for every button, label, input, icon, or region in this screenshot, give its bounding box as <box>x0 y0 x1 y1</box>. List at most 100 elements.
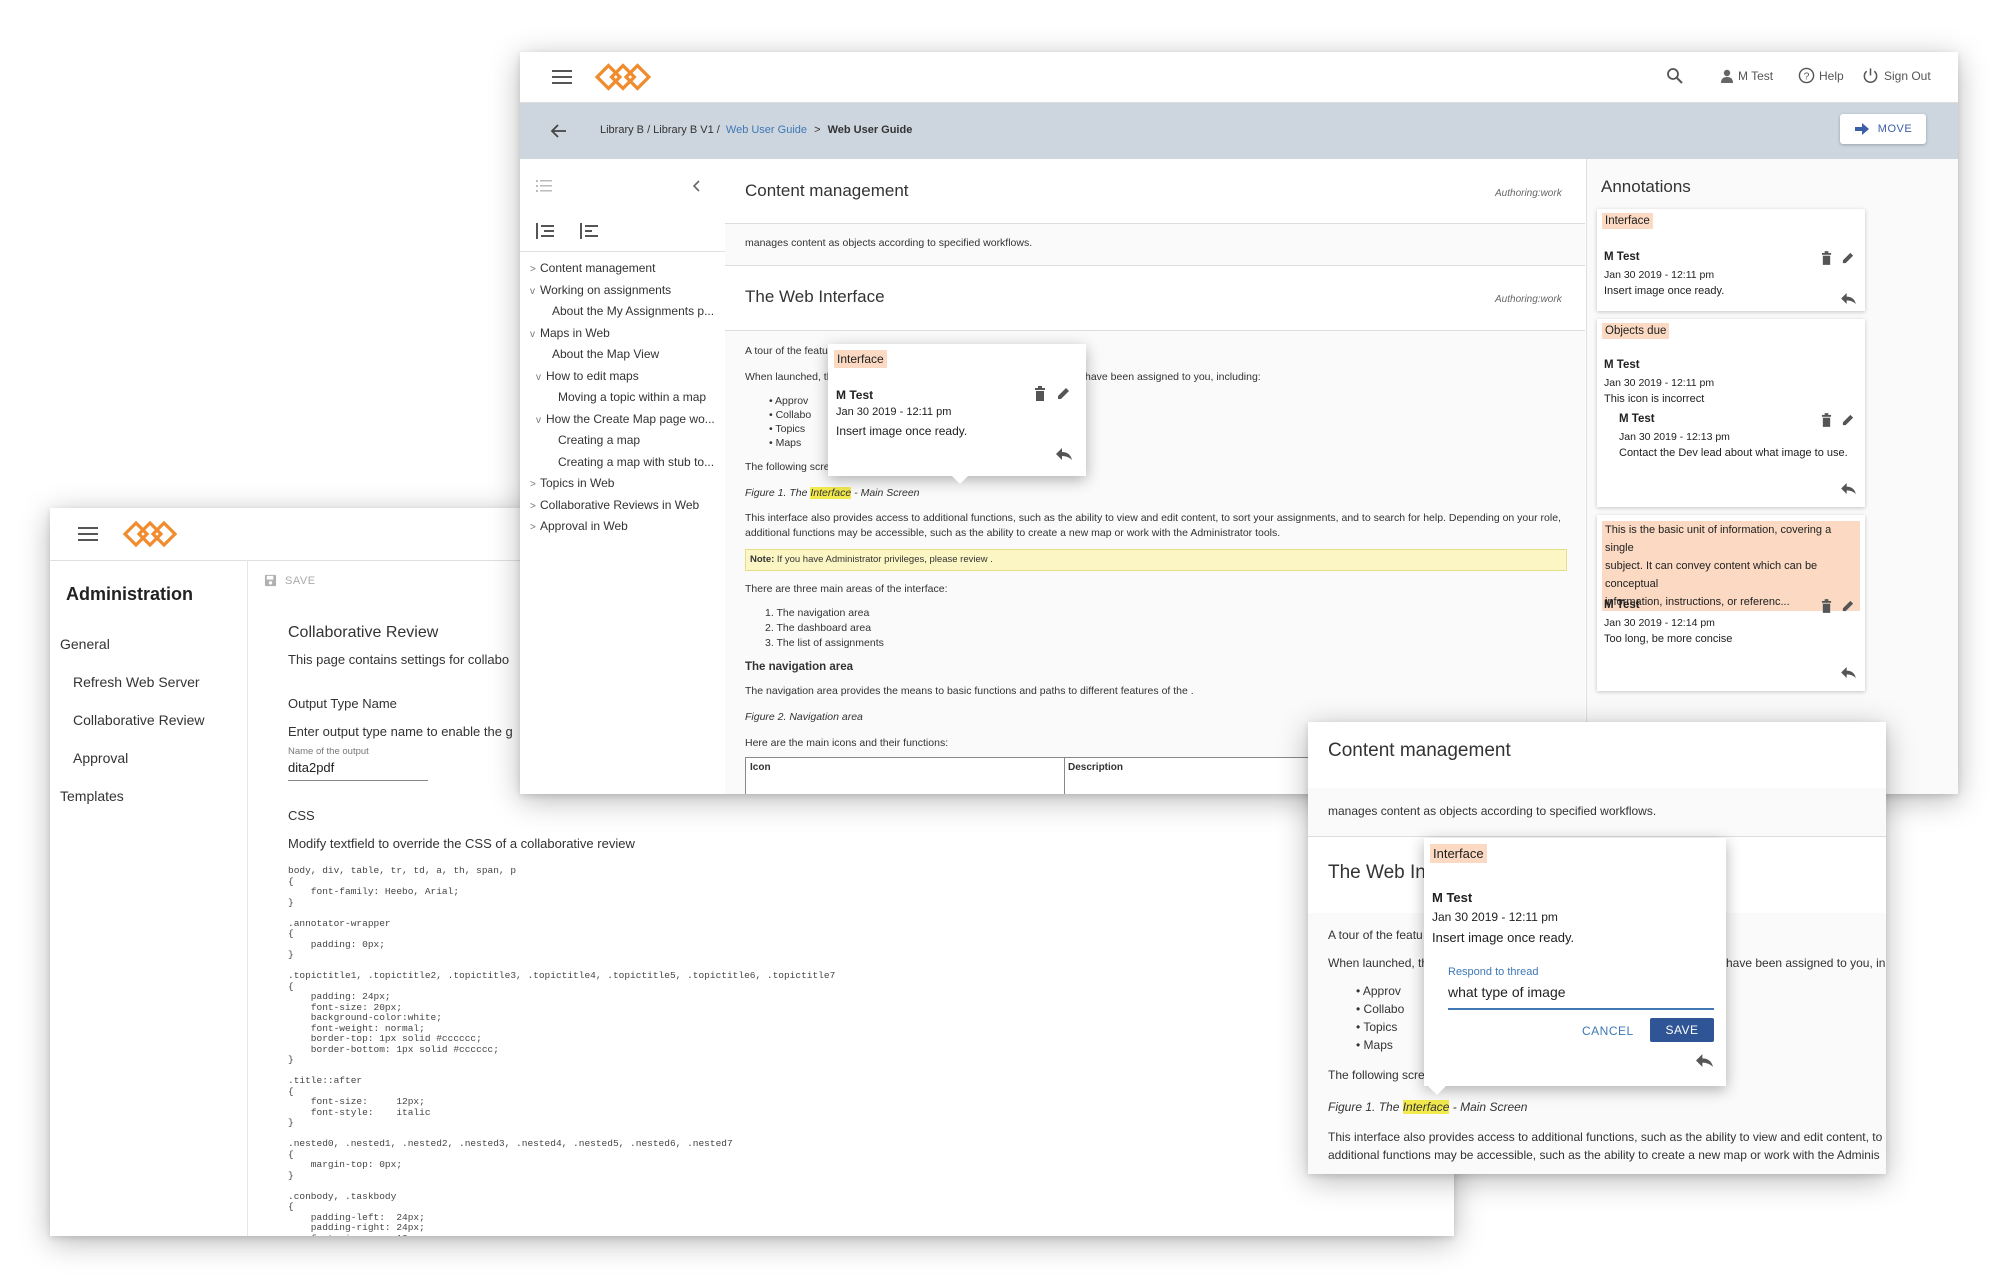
sidebar-item-general[interactable]: General <box>60 636 110 652</box>
toc-list-icon[interactable] <box>536 179 552 193</box>
collapse-all-icon[interactable] <box>580 223 598 239</box>
respond-input[interactable]: what type of image <box>1448 984 1714 1010</box>
annotation-text: Insert image once ready. <box>836 424 968 438</box>
annotation-text: Too long, be more concise <box>1604 633 1733 645</box>
user-menu[interactable]: M Test <box>1720 69 1773 83</box>
list-item: • Approv <box>769 395 809 407</box>
list-item: 3. The list of assignments <box>765 637 884 649</box>
front-window: Content management manages content as ob… <box>1308 722 1886 1174</box>
annotation-text: Insert image once ready. <box>1604 285 1725 297</box>
output-name-input[interactable]: dita2pdf <box>288 760 428 781</box>
css-textarea[interactable]: body, div, table, tr, td, a, th, span, p… <box>288 866 1408 1236</box>
user-name: M Test <box>1738 69 1774 83</box>
back-arrow-icon[interactable] <box>550 123 568 139</box>
breadcrumb-current: Web User Guide <box>827 124 913 136</box>
breadcrumb-link[interactable]: Web User Guide <box>726 124 807 136</box>
toc-item[interactable]: > Topics in Web <box>530 476 614 490</box>
section-title: Content management <box>1328 740 1511 761</box>
list-item: • Collabo <box>769 409 812 421</box>
menu-icon[interactable] <box>78 527 98 541</box>
edit-pencil-icon[interactable] <box>1841 251 1855 265</box>
section-text: manages content as objects according to … <box>1328 804 1657 818</box>
list-item: • Maps <box>1356 1038 1393 1052</box>
reply-icon[interactable] <box>1841 293 1856 304</box>
reply-date: Jan 30 2019 - 12:13 pm <box>1619 431 1730 443</box>
help-label: Help <box>1819 68 1844 83</box>
annotations-title: Annotations <box>1601 177 1691 196</box>
respond-label: Respond to thread <box>1448 966 1539 978</box>
annotation-card[interactable]: This is the basic unit of information, c… <box>1597 515 1865 691</box>
css-description: Modify textfield to override the CSS of … <box>288 836 635 851</box>
toc-item[interactable]: v How to edit maps <box>536 369 639 383</box>
highlighted-term[interactable]: Interface <box>1402 1100 1450 1114</box>
breadcrumb: Library B / Library B V1 / Web User Guid… <box>600 124 912 136</box>
highlighted-term[interactable]: Interface <box>810 487 852 499</box>
annotation-card[interactable]: Objects due M Test Jan 30 2019 - 12:11 p… <box>1597 319 1865 507</box>
cancel-button[interactable]: CANCEL <box>1582 1024 1634 1038</box>
reply-icon[interactable] <box>1841 483 1856 494</box>
section-title: Content management <box>745 181 909 200</box>
user-icon <box>1721 69 1733 83</box>
toc-item[interactable]: v Working on assignments <box>530 283 671 297</box>
reply-icon[interactable] <box>1056 448 1072 460</box>
page-description: This page contains settings for collabo <box>288 652 510 667</box>
edit-pencil-icon[interactable] <box>1841 413 1855 427</box>
css-heading: CSS <box>288 808 315 823</box>
toc-item[interactable]: > Collaborative Reviews in Web <box>530 498 699 512</box>
save-button[interactable]: SAVE <box>264 574 316 587</box>
svg-text:?: ? <box>1804 71 1810 82</box>
help-button[interactable]: ? Help <box>1798 67 1844 84</box>
menu-icon[interactable] <box>552 70 572 84</box>
table-header: Icon <box>750 762 771 773</box>
annotation-text: This icon is incorrect <box>1604 393 1705 405</box>
toc-item[interactable]: > Approval in Web <box>530 519 628 533</box>
annotation-tag: Interface <box>1602 213 1653 229</box>
list-item: • Collabo <box>1356 1002 1405 1016</box>
reply-icon[interactable] <box>1696 1054 1713 1067</box>
annotation-date: Jan 30 2019 - 12:11 pm <box>1604 377 1715 389</box>
breadcrumb-bar: Library B / Library B V1 / Web User Guid… <box>520 103 1958 159</box>
sidebar-item-collaborative-review[interactable]: Collaborative Review <box>73 712 205 728</box>
web-window: M Test ? Help Sign Out Library B / Libra… <box>520 52 1958 794</box>
popup-pointer <box>952 476 968 484</box>
collapse-chevron-icon[interactable] <box>692 179 702 193</box>
reply-icon[interactable] <box>1841 667 1856 678</box>
annotation-tag: Interface <box>1430 844 1487 863</box>
toc-item[interactable]: About the Map View <box>542 347 659 361</box>
toc-item[interactable]: v How the Create Map page wo... <box>536 412 715 426</box>
move-button[interactable]: MOVE <box>1840 114 1926 144</box>
list-item: 2. The dashboard area <box>765 622 872 634</box>
section-tag: Authoring:work <box>1495 294 1562 305</box>
delete-icon[interactable] <box>1034 386 1046 401</box>
toc-item[interactable]: Creating a map with stub to... <box>548 455 714 469</box>
toc-item[interactable]: Creating a map <box>548 433 640 447</box>
toc-panel: > Content management v Working on assignme… <box>520 159 726 794</box>
web-top-bar: M Test ? Help Sign Out <box>520 52 1958 103</box>
sidebar-item-refresh-web-server[interactable]: Refresh Web Server <box>73 674 200 690</box>
edit-pencil-icon[interactable] <box>1841 599 1855 613</box>
list-item: • Topics <box>1356 1020 1398 1034</box>
annotation-date: Jan 30 2019 - 12:11 pm <box>1604 269 1715 281</box>
toc-divider <box>520 251 725 252</box>
delete-icon[interactable] <box>1821 413 1832 427</box>
delete-icon[interactable] <box>1821 599 1832 613</box>
search-icon[interactable] <box>1666 67 1684 85</box>
note-text: If you have Administrator privileges, pl… <box>776 554 993 565</box>
sign-out-button[interactable]: Sign Out <box>1862 67 1931 84</box>
move-label: MOVE <box>1877 123 1913 135</box>
toc-item[interactable]: > Content management <box>530 261 655 275</box>
save-reply-button[interactable]: SAVE <box>1650 1018 1714 1042</box>
sign-out-label: Sign Out <box>1884 68 1931 83</box>
paragraph: A tour of the featu <box>745 345 828 357</box>
subheading: The navigation area <box>745 661 854 673</box>
toc-item[interactable]: About the My Assignments p... <box>542 304 714 318</box>
delete-icon[interactable] <box>1821 251 1832 265</box>
edit-pencil-icon[interactable] <box>1056 386 1071 401</box>
sidebar-item-templates[interactable]: Templates <box>60 788 124 804</box>
toc-item[interactable]: Moving a topic within a map <box>548 390 706 404</box>
expand-all-icon[interactable] <box>536 223 554 239</box>
annotation-card[interactable]: Interface M Test Jan 30 2019 - 12:11 pm … <box>1597 209 1865 311</box>
paragraph: A tour of the featu <box>1328 928 1423 942</box>
sidebar-item-approval[interactable]: Approval <box>73 750 128 766</box>
toc-item[interactable]: v Maps in Web <box>530 326 610 340</box>
